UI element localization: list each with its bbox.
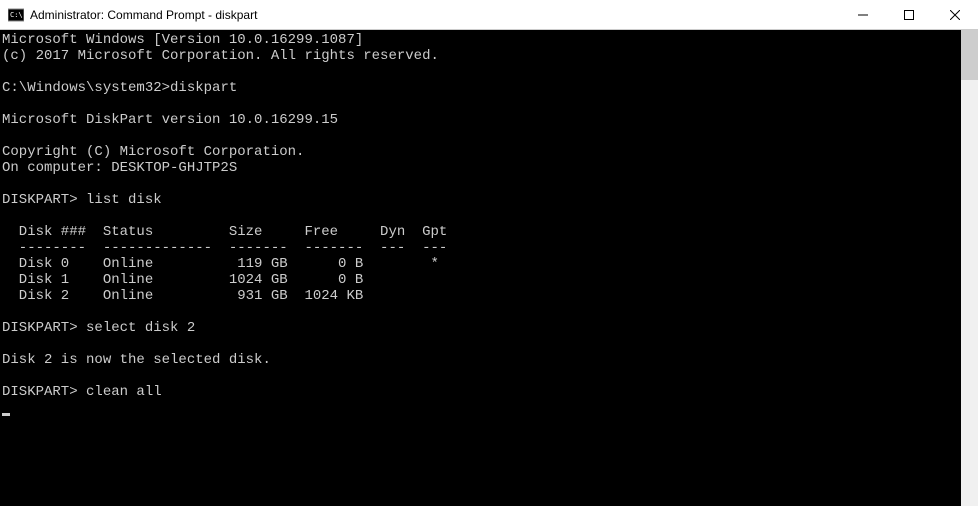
maximize-button[interactable] xyxy=(886,0,932,29)
terminal-area: Microsoft Windows [Version 10.0.16299.10… xyxy=(0,30,978,506)
window-title: Administrator: Command Prompt - diskpart xyxy=(30,8,840,22)
diskpart-copyright: Copyright (C) Microsoft Corporation. xyxy=(2,144,304,160)
window-controls xyxy=(840,0,978,29)
diskpart-prompt: DISKPART> xyxy=(2,384,78,400)
close-button[interactable] xyxy=(932,0,978,29)
table-row: Disk 2 Online 931 GB 1024 KB xyxy=(2,288,363,304)
prompt: C:\Windows\system32> xyxy=(2,80,170,96)
command-diskpart: diskpart xyxy=(170,80,237,96)
command-clean-all: clean all xyxy=(78,384,162,400)
table-row: Disk 0 Online 119 GB 0 B * xyxy=(2,256,439,272)
cmd-icon: C:\ xyxy=(8,7,24,23)
table-divider: -------- ------------- ------- ------- -… xyxy=(2,240,447,256)
scrollbar-thumb[interactable] xyxy=(961,30,978,80)
titlebar: C:\ Administrator: Command Prompt - disk… xyxy=(0,0,978,30)
select-result: Disk 2 is now the selected disk. xyxy=(2,352,271,368)
copyright-line: (c) 2017 Microsoft Corporation. All righ… xyxy=(2,48,439,64)
cursor xyxy=(2,413,10,416)
table-row: Disk 1 Online 1024 GB 0 B xyxy=(2,272,363,288)
svg-text:C:\: C:\ xyxy=(10,11,23,19)
command-list-disk: list disk xyxy=(78,192,162,208)
diskpart-computer: On computer: DESKTOP-GHJTP2S xyxy=(2,160,237,176)
diskpart-prompt: DISKPART> xyxy=(2,320,78,336)
terminal[interactable]: Microsoft Windows [Version 10.0.16299.10… xyxy=(0,30,961,506)
diskpart-prompt: DISKPART> xyxy=(2,192,78,208)
command-select-disk: select disk 2 xyxy=(78,320,196,336)
table-header: Disk ### Status Size Free Dyn Gpt xyxy=(2,224,447,240)
minimize-button[interactable] xyxy=(840,0,886,29)
scrollbar[interactable] xyxy=(961,30,978,506)
version-line: Microsoft Windows [Version 10.0.16299.10… xyxy=(2,32,363,48)
diskpart-version: Microsoft DiskPart version 10.0.16299.15 xyxy=(2,112,338,128)
